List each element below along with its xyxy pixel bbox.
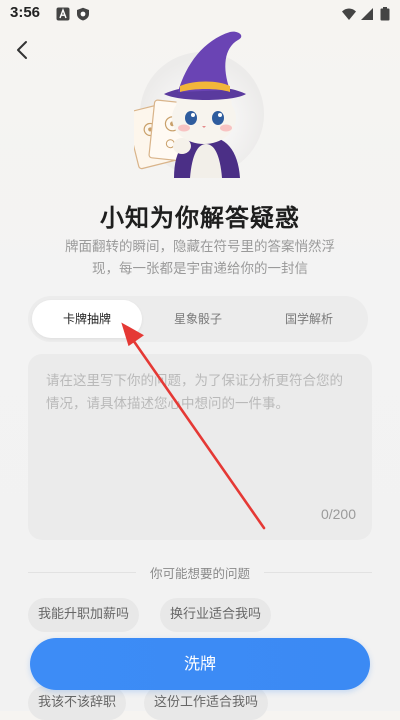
status-bar: 3:56	[0, 0, 400, 28]
page-subtitle: 牌面翻转的瞬间，隐藏在符号里的答案悄然浮现，每一张都是宇宙递给你的一封信	[65, 239, 335, 277]
suggestion-chip[interactable]: 我该不该辞职	[28, 686, 127, 720]
notification-a-icon	[56, 7, 70, 21]
suggestion-chip[interactable]: 换行业适合我吗	[160, 598, 272, 632]
shuffle-button[interactable]: 洗牌	[30, 638, 370, 690]
tab-guoxue-analysis[interactable]: 国学解析	[254, 300, 364, 338]
suggestion-chip[interactable]: 这份工作适合我吗	[144, 686, 269, 720]
battery-icon	[380, 7, 390, 21]
suggestion-chip[interactable]: 我能升职加薪吗	[28, 598, 140, 632]
tab-astro-dice[interactable]: 星象骰子	[143, 300, 253, 338]
mode-tabs: 卡牌抽牌 星象骰子 国学解析	[28, 296, 368, 342]
chevron-left-icon	[17, 41, 27, 59]
suggestions-title: 你可能想要的问题	[149, 566, 250, 581]
back-button[interactable]	[8, 36, 36, 64]
status-time: 3:56	[10, 4, 41, 21]
question-placeholder: 请在这里写下你的问题，为了保证分析更符合您的情况，请具体描述您心中想问的一件事。	[46, 373, 343, 412]
wizard-cat-mascot-image	[134, 31, 264, 178]
signal-icon	[361, 8, 373, 20]
question-input[interactable]: 请在这里写下你的问题，为了保证分析更符合您的情况，请具体描述您心中想问的一件事。…	[28, 354, 372, 540]
page-title: 小知为你解答疑惑	[100, 203, 300, 232]
shield-icon	[77, 7, 89, 21]
char-counter: 0/200	[320, 506, 356, 522]
wifi-icon	[342, 8, 356, 20]
tab-card-draw[interactable]: 卡牌抽牌	[32, 300, 142, 338]
